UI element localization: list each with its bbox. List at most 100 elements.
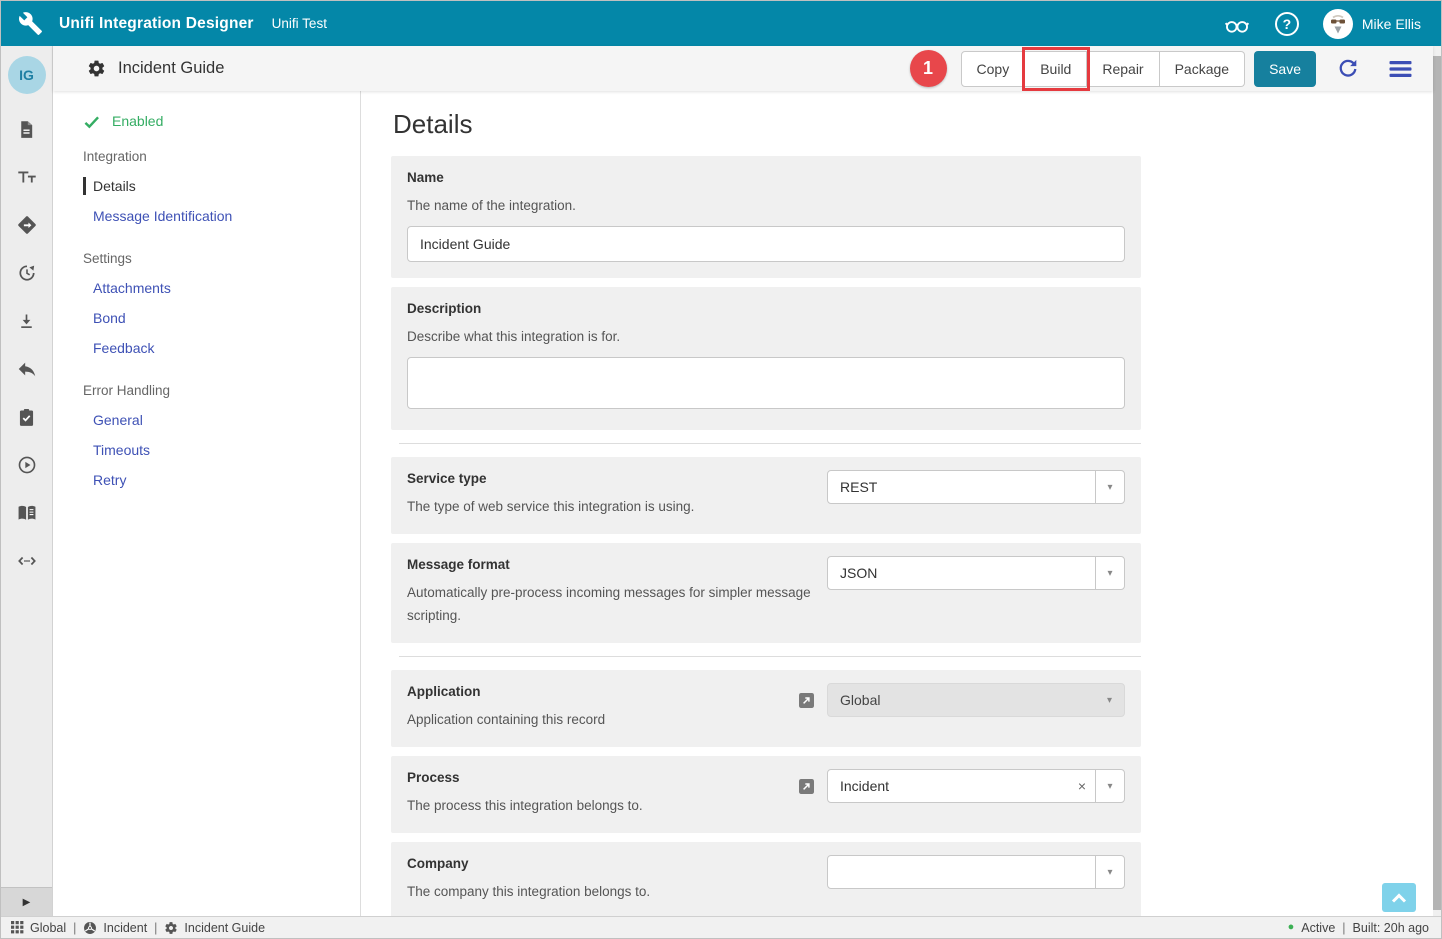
menu-icon[interactable] [1388, 58, 1413, 80]
status-scope[interactable]: Global [11, 921, 66, 935]
user-avatar[interactable] [1323, 9, 1353, 39]
process-select[interactable]: Incident × ▾ [827, 769, 1125, 803]
status-record-label: Incident Guide [184, 921, 265, 935]
service-type-value: REST [828, 471, 1095, 503]
service-type-select[interactable]: REST ▾ [827, 470, 1125, 504]
description-textarea[interactable] [407, 357, 1125, 409]
chevron-down-icon[interactable]: ▾ [1095, 770, 1124, 802]
name-input[interactable] [407, 226, 1125, 262]
app-title: Unifi Integration Designer [59, 15, 254, 33]
status-scope-label: Global [30, 921, 66, 935]
company-description: The company this integration belongs to. [407, 880, 817, 903]
chevron-down-icon[interactable]: ▾ [1095, 471, 1124, 503]
scrollbar-thumb[interactable] [1433, 56, 1441, 910]
record-avatar: IG [8, 56, 46, 94]
grid-icon [11, 921, 24, 934]
tasks-icon[interactable] [16, 406, 38, 428]
name-description: The name of the integration. [407, 194, 1125, 217]
gear-icon [87, 59, 106, 78]
nav-section-error-handling: Error Handling [83, 383, 360, 399]
process-description: The process this integration belongs to. [407, 794, 799, 817]
field-group-service-type: Service type The type of web service thi… [391, 457, 1141, 534]
status-process[interactable]: Incident [83, 921, 147, 935]
code-icon[interactable] [16, 550, 38, 572]
text-format-icon[interactable] [16, 166, 38, 188]
chevron-down-icon: ▾ [1095, 684, 1124, 716]
field-group-message-format: Message format Automatically pre-process… [391, 543, 1141, 643]
chevron-down-icon[interactable]: ▾ [1095, 557, 1124, 589]
nav-item-general[interactable]: General [83, 411, 143, 429]
package-button[interactable]: Package [1160, 51, 1245, 87]
service-type-label: Service type [407, 470, 817, 488]
gear-icon [164, 921, 178, 935]
nav-item-details[interactable]: Details [83, 177, 136, 195]
page-header: Incident Guide 1 Copy Build Repair Packa… [53, 46, 1433, 91]
icon-rail: IG [1, 46, 53, 916]
run-icon[interactable] [16, 454, 38, 476]
application-value: Global [828, 684, 1095, 716]
nav-section-integration: Integration [83, 149, 360, 165]
active-dot-icon: ● [1288, 922, 1295, 933]
chevron-up-icon [1390, 892, 1408, 904]
nav-item-timeouts[interactable]: Timeouts [83, 441, 150, 459]
glasses-icon[interactable] [1223, 12, 1251, 36]
form-panel: Details Name The name of the integration… [361, 91, 1433, 916]
message-format-value: JSON [828, 557, 1095, 589]
description-description: Describe what this integration is for. [407, 325, 1125, 348]
page-title: Incident Guide [118, 59, 224, 78]
refresh-icon[interactable] [1336, 57, 1360, 81]
sidebar-expand-button[interactable]: ▶ [1, 887, 52, 916]
status-separator: | [1342, 921, 1345, 935]
user-name: Mike Ellis [1362, 16, 1421, 32]
application-select: Global ▾ [827, 683, 1125, 717]
workspace: IG [1, 46, 1441, 916]
process-icon [83, 921, 97, 935]
annotation-step-badge: 1 [910, 50, 947, 87]
documentation-icon[interactable] [16, 502, 38, 524]
process-value: Incident [828, 770, 1069, 802]
record-link-icon[interactable] [799, 779, 814, 794]
status-separator: | [73, 921, 76, 935]
field-group-company: Company The company this integration bel… [391, 842, 1141, 919]
clear-icon[interactable]: × [1069, 770, 1095, 802]
download-icon[interactable] [16, 310, 38, 332]
history-icon[interactable] [16, 262, 38, 284]
save-button[interactable]: Save [1254, 51, 1316, 87]
field-group-description: Description Describe what this integrati… [391, 287, 1141, 430]
company-select[interactable]: ▾ [827, 855, 1125, 889]
record-link-icon[interactable] [799, 693, 814, 708]
check-icon [83, 114, 100, 129]
message-format-select[interactable]: JSON ▾ [827, 556, 1125, 590]
description-label: Description [407, 300, 1125, 318]
help-glyph: ? [1283, 16, 1292, 32]
help-icon[interactable]: ? [1275, 12, 1299, 36]
message-format-description: Automatically pre-process incoming messa… [407, 581, 817, 627]
nav-item-feedback[interactable]: Feedback [83, 339, 154, 357]
nav-item-bond[interactable]: Bond [83, 309, 126, 327]
nav-item-message-identification[interactable]: Message Identification [83, 207, 232, 225]
message-format-label: Message format [407, 556, 817, 574]
reply-icon[interactable] [16, 358, 38, 380]
vertical-scrollbar [1433, 46, 1441, 916]
field-group-name: Name The name of the integration. [391, 156, 1141, 278]
chevron-right-icon: ▶ [23, 897, 31, 908]
nav-section-settings: Settings [83, 251, 360, 267]
application-label: Application [407, 683, 799, 701]
nav-item-attachments[interactable]: Attachments [83, 279, 171, 297]
document-icon[interactable] [16, 118, 38, 140]
status-state-label: Active [1301, 921, 1335, 935]
chevron-down-icon[interactable]: ▾ [1095, 856, 1124, 888]
copy-button[interactable]: Copy [961, 51, 1026, 87]
section-divider [399, 656, 1141, 657]
status-record[interactable]: Incident Guide [164, 921, 265, 935]
repair-button[interactable]: Repair [1087, 51, 1159, 87]
name-label: Name [407, 169, 1125, 187]
scroll-to-top-button[interactable] [1382, 883, 1416, 912]
status-bar: Global | Incident | Incident Guide ● Act… [1, 916, 1441, 938]
transform-icon[interactable] [16, 214, 38, 236]
service-type-description: The type of web service this integration… [407, 495, 817, 518]
field-group-application: Application Application containing this … [391, 670, 1141, 747]
top-bar: Unifi Integration Designer Unifi Test ? … [1, 1, 1441, 46]
nav-item-retry[interactable]: Retry [83, 471, 126, 489]
build-button[interactable]: Build [1025, 51, 1087, 87]
